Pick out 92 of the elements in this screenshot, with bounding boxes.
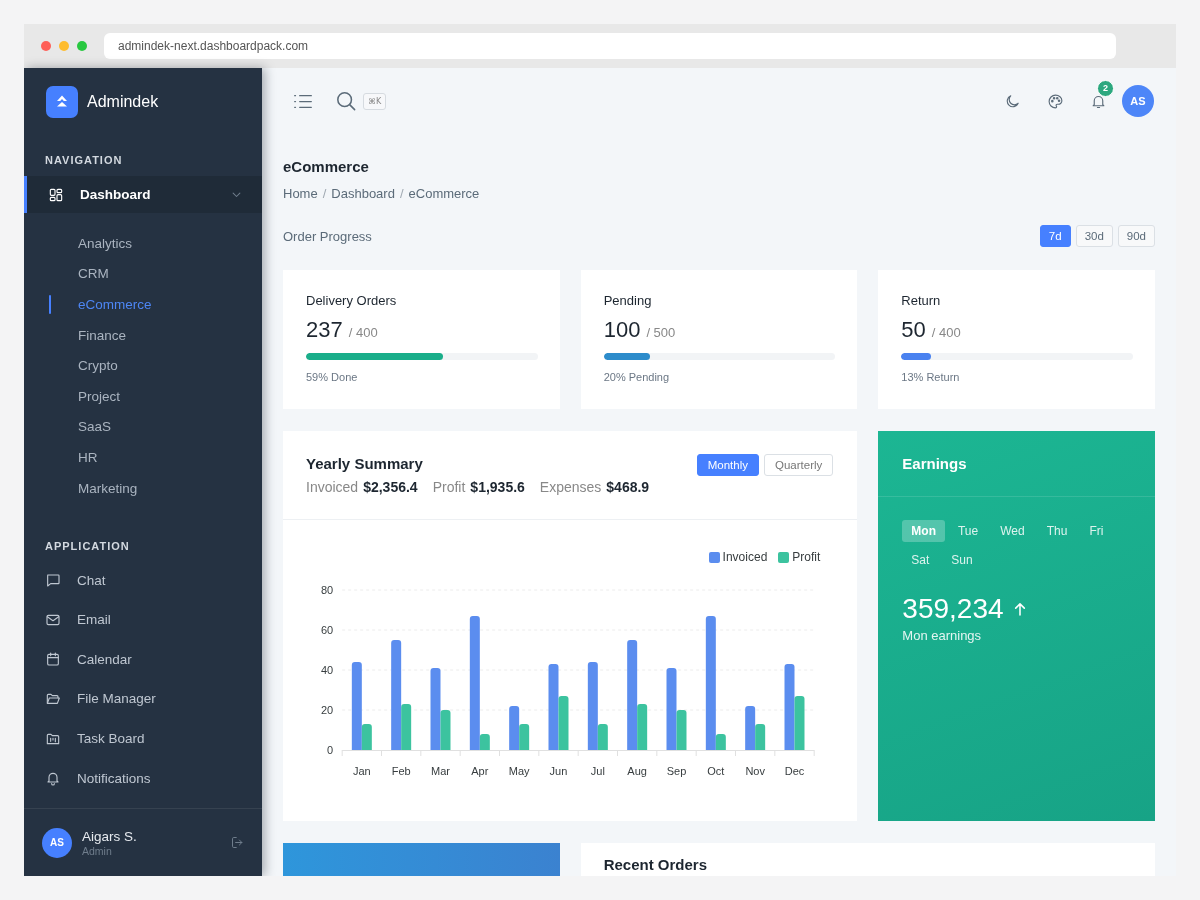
user-name: Aigars S. <box>82 828 137 844</box>
axis-label: Sep <box>666 765 687 777</box>
section-title: NAVIGATION <box>44 153 123 167</box>
bell-icon <box>45 770 61 787</box>
user-role: Admin <box>82 844 112 857</box>
axis-label: 0 <box>327 744 334 756</box>
submenu-item[interactable]: Analytics <box>24 228 143 259</box>
axis-label: Feb <box>391 765 411 777</box>
section-title: Order Progress <box>283 228 372 244</box>
summary-label: Expenses <box>539 478 602 496</box>
sidebar-item[interactable]: File Manager <box>24 679 262 719</box>
arrow-up-icon <box>1013 602 1026 616</box>
axis-label: Dec <box>784 765 805 777</box>
sidebar-item[interactable]: Calendar <box>24 639 262 680</box>
dashboard-grid-icon <box>48 186 64 203</box>
axis-label: Aug <box>627 765 647 777</box>
logo-icon <box>46 85 78 118</box>
search-icon[interactable] <box>336 91 356 111</box>
breadcrumb-separator: / <box>399 185 404 203</box>
logout-icon[interactable] <box>230 835 245 850</box>
stat-total: / 400 <box>931 325 961 340</box>
axis-label: 20 <box>320 704 334 716</box>
card-title: Earnings <box>902 455 967 472</box>
stat-title: Delivery Orders <box>306 292 397 310</box>
summary-amount: $468.9 <box>606 478 650 496</box>
axis-label: Apr <box>471 765 489 777</box>
range-button[interactable]: 30d <box>1075 225 1113 247</box>
axis-label: Jul <box>590 765 605 777</box>
profile-avatar[interactable]: AS <box>1122 85 1154 117</box>
summary-amount: $2,356.4 <box>363 478 418 496</box>
axis-label: Oct <box>707 765 725 777</box>
stat-title: Pending <box>603 292 652 310</box>
submenu-item[interactable]: Finance <box>24 319 137 351</box>
card-title: Yearly Summary <box>306 454 423 474</box>
address-field[interactable]: admindek-next.dashboardpack.com <box>104 33 1116 59</box>
period-button[interactable]: Monthly <box>696 454 760 476</box>
sidebar-item[interactable]: Task Board <box>24 718 262 759</box>
axis-label: 80 <box>320 584 334 596</box>
legend-label: Invoiced <box>722 550 768 564</box>
axis-label: 40 <box>320 664 334 676</box>
axis-label: Mar <box>431 765 450 777</box>
palette-icon[interactable] <box>1047 92 1064 110</box>
range-button[interactable]: 7d <box>1039 225 1071 247</box>
user-avatar[interactable]: AS <box>42 827 72 858</box>
stat-caption: 13% Return <box>901 370 960 384</box>
section-title: APPLICATION <box>44 539 130 554</box>
chevron-down-icon[interactable] <box>232 191 241 198</box>
summary-label: Profit <box>432 478 466 496</box>
submenu-item[interactable]: CRM <box>24 258 119 290</box>
axis-label: Nov <box>745 765 765 777</box>
stat-caption: 59% Done <box>306 370 358 384</box>
submenu-item[interactable]: Crypto <box>24 350 128 381</box>
calendar-icon <box>45 651 61 668</box>
sidebar-item[interactable]: Dashboard <box>24 176 262 213</box>
submenu-item[interactable]: eCommerce <box>24 289 162 320</box>
breadcrumb-link[interactable]: Home <box>283 185 318 203</box>
stat-title: Return <box>901 292 941 310</box>
menu-icon[interactable] <box>293 92 313 110</box>
breadcrumb-current: eCommerce <box>408 185 480 203</box>
earnings-caption: Mon earnings <box>902 628 982 643</box>
sidebar-item[interactable]: Notifications <box>24 758 262 798</box>
card-title: Recent Orders <box>603 856 708 873</box>
sidebar-item[interactable]: Email <box>24 599 262 640</box>
breadcrumb-link[interactable]: Dashboard <box>331 185 395 203</box>
submenu-item[interactable]: SaaS <box>24 411 122 443</box>
axis-label: 60 <box>320 624 334 636</box>
page-title: eCommerce <box>283 157 369 177</box>
shortcut-hint: ⌘K <box>363 92 387 110</box>
range-button[interactable]: 90d <box>1117 225 1155 247</box>
submenu-item[interactable]: Project <box>24 380 131 412</box>
axis-label: Jun <box>549 765 568 777</box>
earnings-amount: 359,234 <box>902 592 1004 626</box>
stat-value: 100 <box>603 317 641 343</box>
summary-amount: $1,935.6 <box>470 478 525 496</box>
moon-icon[interactable] <box>1004 92 1021 110</box>
breadcrumb-separator: / <box>322 185 327 203</box>
axis-label: May <box>508 765 530 777</box>
period-button[interactable]: Quarterly <box>764 454 834 476</box>
stat-caption: 20% Pending <box>603 370 670 384</box>
axis-label: Jan <box>352 765 371 777</box>
sidebar-item[interactable]: Chat <box>24 560 262 600</box>
summary-label: Invoiced <box>306 478 359 496</box>
submenu-item[interactable]: Marketing <box>24 472 148 504</box>
stat-value: 237 <box>306 317 343 343</box>
stat-total: / 500 <box>646 325 676 340</box>
brand-name: Admindek <box>87 92 159 111</box>
notification-badge: 2 <box>1097 79 1114 97</box>
stat-value: 50 <box>901 317 926 343</box>
stat-total: / 400 <box>348 325 378 340</box>
submenu-item[interactable]: HR <box>24 442 108 473</box>
legend-label: Profit <box>792 550 821 564</box>
chat-bubble-icon <box>45 572 61 589</box>
